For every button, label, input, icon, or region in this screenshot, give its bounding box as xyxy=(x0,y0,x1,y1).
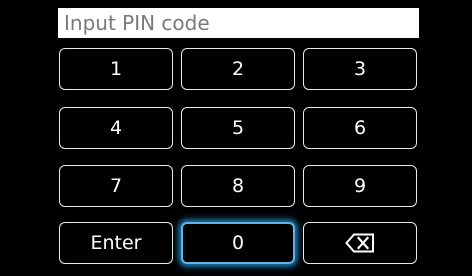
pin-entry-screen: 1 2 3 4 5 6 7 8 9 Enter 0 xyxy=(0,0,472,276)
backspace-button[interactable] xyxy=(303,222,417,264)
key-4[interactable]: 4 xyxy=(59,107,173,149)
pin-code-input[interactable] xyxy=(58,8,419,38)
key-6[interactable]: 6 xyxy=(303,107,417,149)
key-8[interactable]: 8 xyxy=(181,165,295,207)
enter-button[interactable]: Enter xyxy=(59,222,173,264)
key-5[interactable]: 5 xyxy=(181,107,295,149)
key-0[interactable]: 0 xyxy=(181,222,295,264)
key-9[interactable]: 9 xyxy=(303,165,417,207)
key-3[interactable]: 3 xyxy=(303,48,417,90)
backspace-icon xyxy=(345,233,375,253)
key-7[interactable]: 7 xyxy=(59,165,173,207)
key-2[interactable]: 2 xyxy=(181,48,295,90)
key-1[interactable]: 1 xyxy=(59,48,173,90)
